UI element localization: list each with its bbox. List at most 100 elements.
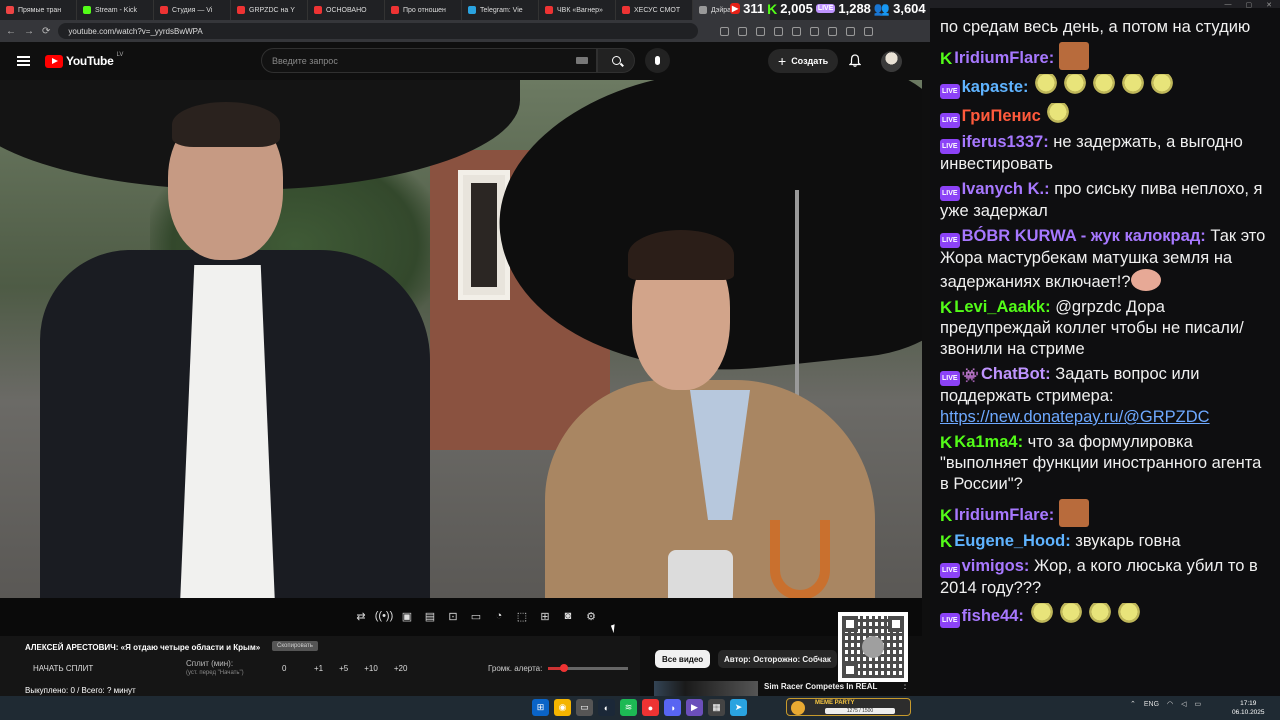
search-input[interactable]: Введите запрос (261, 48, 597, 73)
screenshot-icon[interactable]: ▣ (398, 607, 416, 625)
chat-username[interactable]: Levi_Aaakk: (954, 298, 1050, 316)
chat-username[interactable]: kapaste: (962, 78, 1029, 96)
live-badge-icon: LIVE (940, 186, 960, 201)
menu-icon[interactable] (17, 56, 30, 66)
extension-icon[interactable] (738, 26, 748, 36)
start-split-button[interactable]: НАЧАТЬ СПЛИТ (33, 664, 93, 673)
wifi-icon[interactable]: ◠ (1167, 700, 1173, 708)
voice-search-button[interactable] (645, 48, 670, 73)
video-player[interactable] (0, 80, 922, 598)
reload-icon[interactable]: ⟳ (42, 26, 50, 37)
chat-username[interactable]: ChatBot: (981, 365, 1051, 383)
increment-button[interactable]: +10 (364, 664, 378, 673)
chip-author[interactable]: Автор: Осторожно: Собчак (718, 650, 837, 668)
search-button[interactable] (597, 48, 635, 73)
copy-button[interactable]: Скопировать (272, 641, 318, 651)
discord-icon[interactable]: ◑ (664, 699, 681, 716)
chat-username[interactable]: ГриПенис (962, 107, 1041, 125)
volume-icon[interactable]: ◁ (1181, 700, 1186, 708)
increment-button[interactable]: +1 (314, 664, 323, 673)
alert-volume-slider[interactable] (548, 664, 628, 672)
chip-all-videos[interactable]: Все видео (655, 650, 711, 668)
extension-icon[interactable] (792, 26, 802, 36)
fullscreen-icon[interactable]: ⬚ (513, 607, 531, 625)
app-icon[interactable]: ▦ (708, 699, 725, 716)
battery-icon[interactable]: ▭ (1195, 700, 1202, 708)
chat-username[interactable]: fishe44: (962, 607, 1024, 625)
chrome-icon[interactable]: ◉ (554, 699, 571, 716)
avatar[interactable] (881, 51, 902, 72)
bell-icon[interactable] (849, 54, 861, 67)
forward-icon[interactable]: → (24, 26, 34, 37)
kick-badge-icon: K (940, 49, 953, 68)
extension-icon[interactable] (828, 26, 838, 36)
chat-text: звукарь говна (1075, 532, 1181, 550)
chat-username[interactable]: Ivanych K.: (962, 180, 1050, 198)
broadcast-icon[interactable]: ((•)) (375, 607, 394, 625)
windows-start-icon[interactable]: ⊞ (532, 699, 549, 716)
add-icon[interactable]: ⊞ (536, 607, 554, 625)
telegram-icon[interactable]: ➤ (730, 699, 747, 716)
folder-icon[interactable]: ▭ (576, 699, 593, 716)
increment-button[interactable]: +20 (394, 664, 408, 673)
split-value[interactable]: 0 (282, 664, 286, 673)
clock[interactable]: 17:19 06.10.2025 (1232, 699, 1265, 717)
extension-icon[interactable] (756, 26, 766, 36)
rec-title[interactable]: Sim Racer Competes In REAL (764, 682, 877, 691)
chat-message: LIVE kapaste: (940, 74, 1274, 99)
clock-time: 17:19 (1240, 700, 1257, 707)
alert-volume-knob[interactable] (560, 664, 568, 672)
close-icon[interactable]: ✕ (1266, 1, 1272, 9)
url-field[interactable]: youtube.com/watch?v=_yyrdsBwWPA (58, 23, 699, 39)
back-icon[interactable]: ← (6, 26, 16, 37)
create-button[interactable]: + Создать (768, 49, 839, 73)
browser-tab[interactable]: ЧВК «Вагнер» (539, 0, 616, 20)
chat-username[interactable]: Ka1ma4: (954, 433, 1023, 451)
pepe-emote-icon (1028, 603, 1055, 625)
qr-face-icon (862, 636, 884, 658)
rec-thumbnail[interactable] (654, 681, 758, 696)
youtube-logo[interactable]: YouTube LV (45, 52, 123, 68)
clapperboard-icon[interactable]: ▤ (421, 607, 439, 625)
camera-icon[interactable]: ◙ (559, 607, 577, 625)
download-icon[interactable] (846, 26, 856, 36)
browser-tab[interactable]: Stream - Kick (77, 0, 154, 20)
resize-icon[interactable]: ⊡ (444, 607, 462, 625)
maximize-icon[interactable]: ▢ (1246, 1, 1253, 9)
extension-icon[interactable] (810, 26, 820, 36)
extension-icon[interactable] (720, 26, 730, 36)
youtube-header: YouTube LV Введите запрос + Создать (0, 42, 930, 80)
profile-icon[interactable] (864, 26, 874, 36)
minimize-icon[interactable]: — (1225, 1, 1232, 9)
chat-message: LIVE Ivanych K.: про сиську пива неплохо,… (940, 179, 1274, 222)
chat-link[interactable]: https://new.donatepay.ru/@GRPZDC (940, 408, 1210, 426)
browser-tab[interactable]: ХЕСУС СМОТ (616, 0, 693, 20)
spotify-icon[interactable]: ≋ (620, 699, 637, 716)
increment-button[interactable]: +5 (339, 664, 348, 673)
speed-icon[interactable]: ◔ (490, 607, 508, 625)
chat-username[interactable]: BÓBR KURWA - жук калокрад: (962, 227, 1206, 245)
browser-tab[interactable]: ОСНОВАНО (308, 0, 385, 20)
language-indicator[interactable]: ENG (1144, 701, 1159, 708)
cinema-icon[interactable]: ▭ (467, 607, 485, 625)
chat-username[interactable]: IridiumFlare: (954, 49, 1054, 67)
keyboard-icon[interactable] (576, 57, 588, 64)
chevron-up-icon[interactable]: ⌃ (1130, 700, 1136, 708)
browser-tab[interactable]: Прямые тран (0, 0, 77, 20)
chat-username[interactable]: Eugene_Hood: (954, 532, 1070, 550)
app-icon[interactable]: ▶ (686, 699, 703, 716)
gear-icon[interactable]: ⚙ (582, 607, 600, 625)
mic-icon (655, 56, 660, 65)
steam-icon[interactable]: ◐ (598, 699, 615, 716)
extension-icon[interactable] (774, 26, 784, 36)
chat-username[interactable]: IridiumFlare: (954, 506, 1054, 524)
chat-username[interactable]: iferus1337: (962, 133, 1049, 151)
browser-tab[interactable]: Про отношен (385, 0, 462, 20)
tab-favicon-icon (699, 6, 707, 14)
browser-tab[interactable]: Студия — Vi (154, 0, 231, 20)
browser-tab[interactable]: GRPZDC на Y (231, 0, 308, 20)
chat-username[interactable]: vimigos: (962, 557, 1030, 575)
browser-tab[interactable]: Telegram: Vie (462, 0, 539, 20)
loop-icon[interactable]: ⇄ (352, 607, 370, 625)
obs-icon[interactable]: ● (642, 699, 659, 716)
